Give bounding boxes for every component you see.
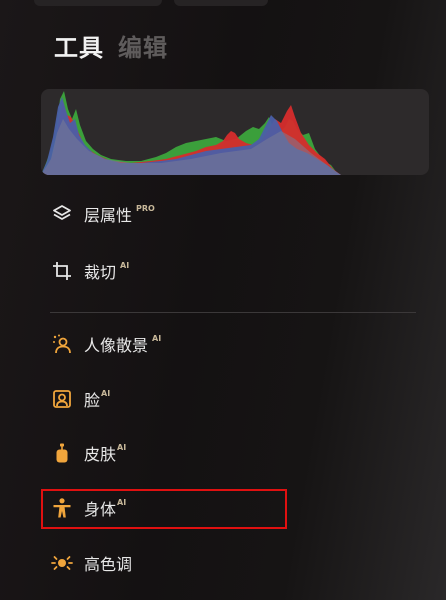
top-tab-stub-right[interactable] — [174, 0, 268, 6]
menu-item-high-key[interactable]: 高色调 — [50, 548, 132, 578]
tab-edit[interactable]: 编辑 — [118, 28, 168, 63]
ai-badge: AI — [120, 260, 130, 270]
menu-item-face[interactable]: 脸 AI — [50, 384, 110, 414]
menu-item-skin[interactable]: 皮肤 AI — [50, 438, 126, 468]
face-icon — [50, 387, 74, 411]
histogram — [41, 89, 429, 175]
menu-item-layer-properties[interactable]: 层属性 PRO — [50, 199, 155, 229]
menu-item-label: 皮肤 — [84, 445, 117, 464]
menu-item-portrait-bokeh[interactable]: 人像散景 AI — [50, 329, 161, 359]
pro-badge: PRO — [136, 203, 155, 213]
tab-tools[interactable]: 工具 — [54, 28, 104, 63]
ai-badge: AI — [101, 388, 111, 398]
panel-tabs: 工具 编辑 — [54, 28, 168, 63]
ai-badge: AI — [152, 333, 162, 343]
top-tab-stub-left[interactable] — [34, 0, 162, 6]
menu-item-label: 脸 — [84, 391, 101, 410]
selection-highlight — [41, 489, 287, 529]
menu-item-label: 人像散景 — [84, 336, 149, 355]
skin-icon — [50, 441, 74, 465]
menu-item-label: 裁切 — [84, 263, 117, 282]
layers-icon — [50, 202, 74, 226]
section-divider — [50, 312, 416, 313]
menu-item-label: 高色调 — [84, 555, 133, 574]
menu-item-crop[interactable]: 裁切 AI — [50, 256, 129, 286]
menu-item-label: 层属性 — [84, 206, 133, 225]
high-key-icon — [50, 551, 74, 575]
ai-badge: AI — [117, 442, 127, 452]
portrait-bokeh-icon — [50, 332, 74, 356]
crop-icon — [50, 259, 74, 283]
histogram-graph — [41, 91, 341, 175]
